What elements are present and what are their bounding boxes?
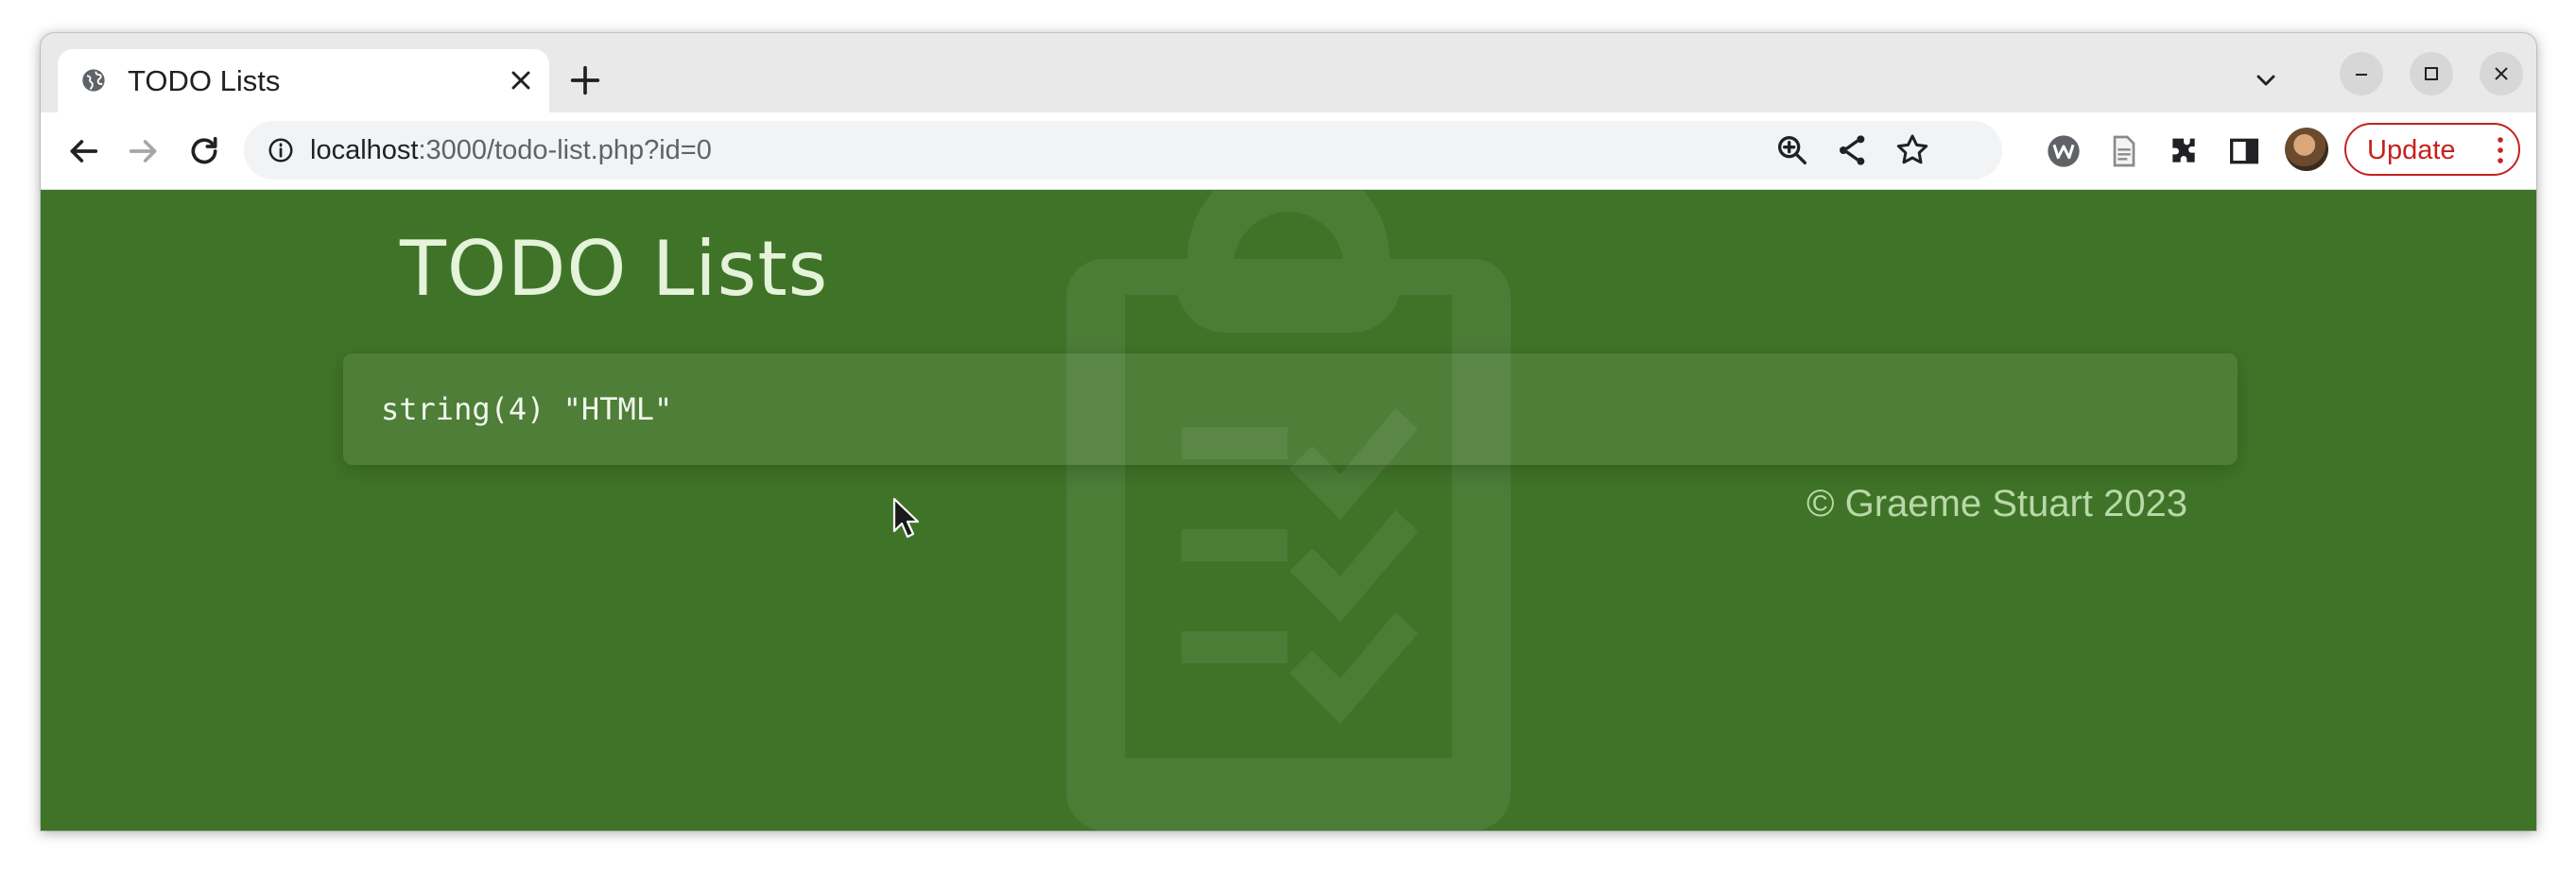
debug-output-text: string(4) "HTML" xyxy=(381,391,673,427)
profile-avatar[interactable] xyxy=(2285,128,2328,171)
back-arrow-icon[interactable] xyxy=(64,132,102,170)
maximize-icon xyxy=(2425,67,2438,80)
clipboard-checklist-icon xyxy=(1066,191,1511,831)
tab-title: TODO Lists xyxy=(128,64,281,97)
debug-output-box: string(4) "HTML" xyxy=(343,353,2238,465)
close-tab-icon[interactable] xyxy=(506,65,536,95)
url-path: :3000/todo-list.php?id=0 xyxy=(418,135,712,165)
site-info-icon[interactable] xyxy=(267,136,295,164)
reload-icon[interactable] xyxy=(185,132,223,170)
globe-icon xyxy=(82,69,105,92)
bookmark-star-icon[interactable] xyxy=(1893,131,1931,169)
tab-strip: TODO Lists xyxy=(41,33,2536,112)
maximize-button[interactable] xyxy=(2410,52,2453,95)
page-content: TODO Lists string(4) "HTML" © Graeme Stu… xyxy=(41,191,2536,831)
forward-arrow-icon[interactable] xyxy=(125,132,163,170)
side-panel-icon[interactable] xyxy=(2225,132,2263,170)
update-button-label: Update xyxy=(2367,135,2456,165)
tab-search-chevron-icon[interactable] xyxy=(2251,65,2281,95)
browser-tab[interactable]: TODO Lists xyxy=(58,49,549,112)
mouse-cursor-icon xyxy=(892,497,920,539)
minimize-icon xyxy=(2356,74,2367,76)
page-title: TODO Lists xyxy=(400,225,829,313)
close-icon xyxy=(2495,67,2508,80)
browser-window: TODO Lists localhost:3000/todo-list.php?… xyxy=(41,33,2536,831)
update-button[interactable]: Update xyxy=(2344,123,2520,176)
browser-toolbar: localhost:3000/todo-list.php?id=0 Update xyxy=(41,112,2536,190)
minimize-button[interactable] xyxy=(2340,52,2383,95)
new-tab-icon[interactable] xyxy=(566,61,604,99)
url-text[interactable]: localhost:3000/todo-list.php?id=0 xyxy=(310,134,712,166)
footer-copyright: © Graeme Stuart 2023 xyxy=(1807,483,2188,524)
close-window-button[interactable] xyxy=(2480,52,2523,95)
url-host: localhost xyxy=(310,135,419,165)
document-extension-icon[interactable] xyxy=(2105,132,2143,170)
extension-w-icon[interactable] xyxy=(2045,132,2083,170)
address-bar[interactable]: localhost:3000/todo-list.php?id=0 xyxy=(244,121,2002,180)
zoom-icon[interactable] xyxy=(1773,131,1811,169)
more-vertical-icon xyxy=(2498,137,2503,163)
extensions-puzzle-icon[interactable] xyxy=(2165,132,2203,170)
share-icon[interactable] xyxy=(1834,131,1872,169)
